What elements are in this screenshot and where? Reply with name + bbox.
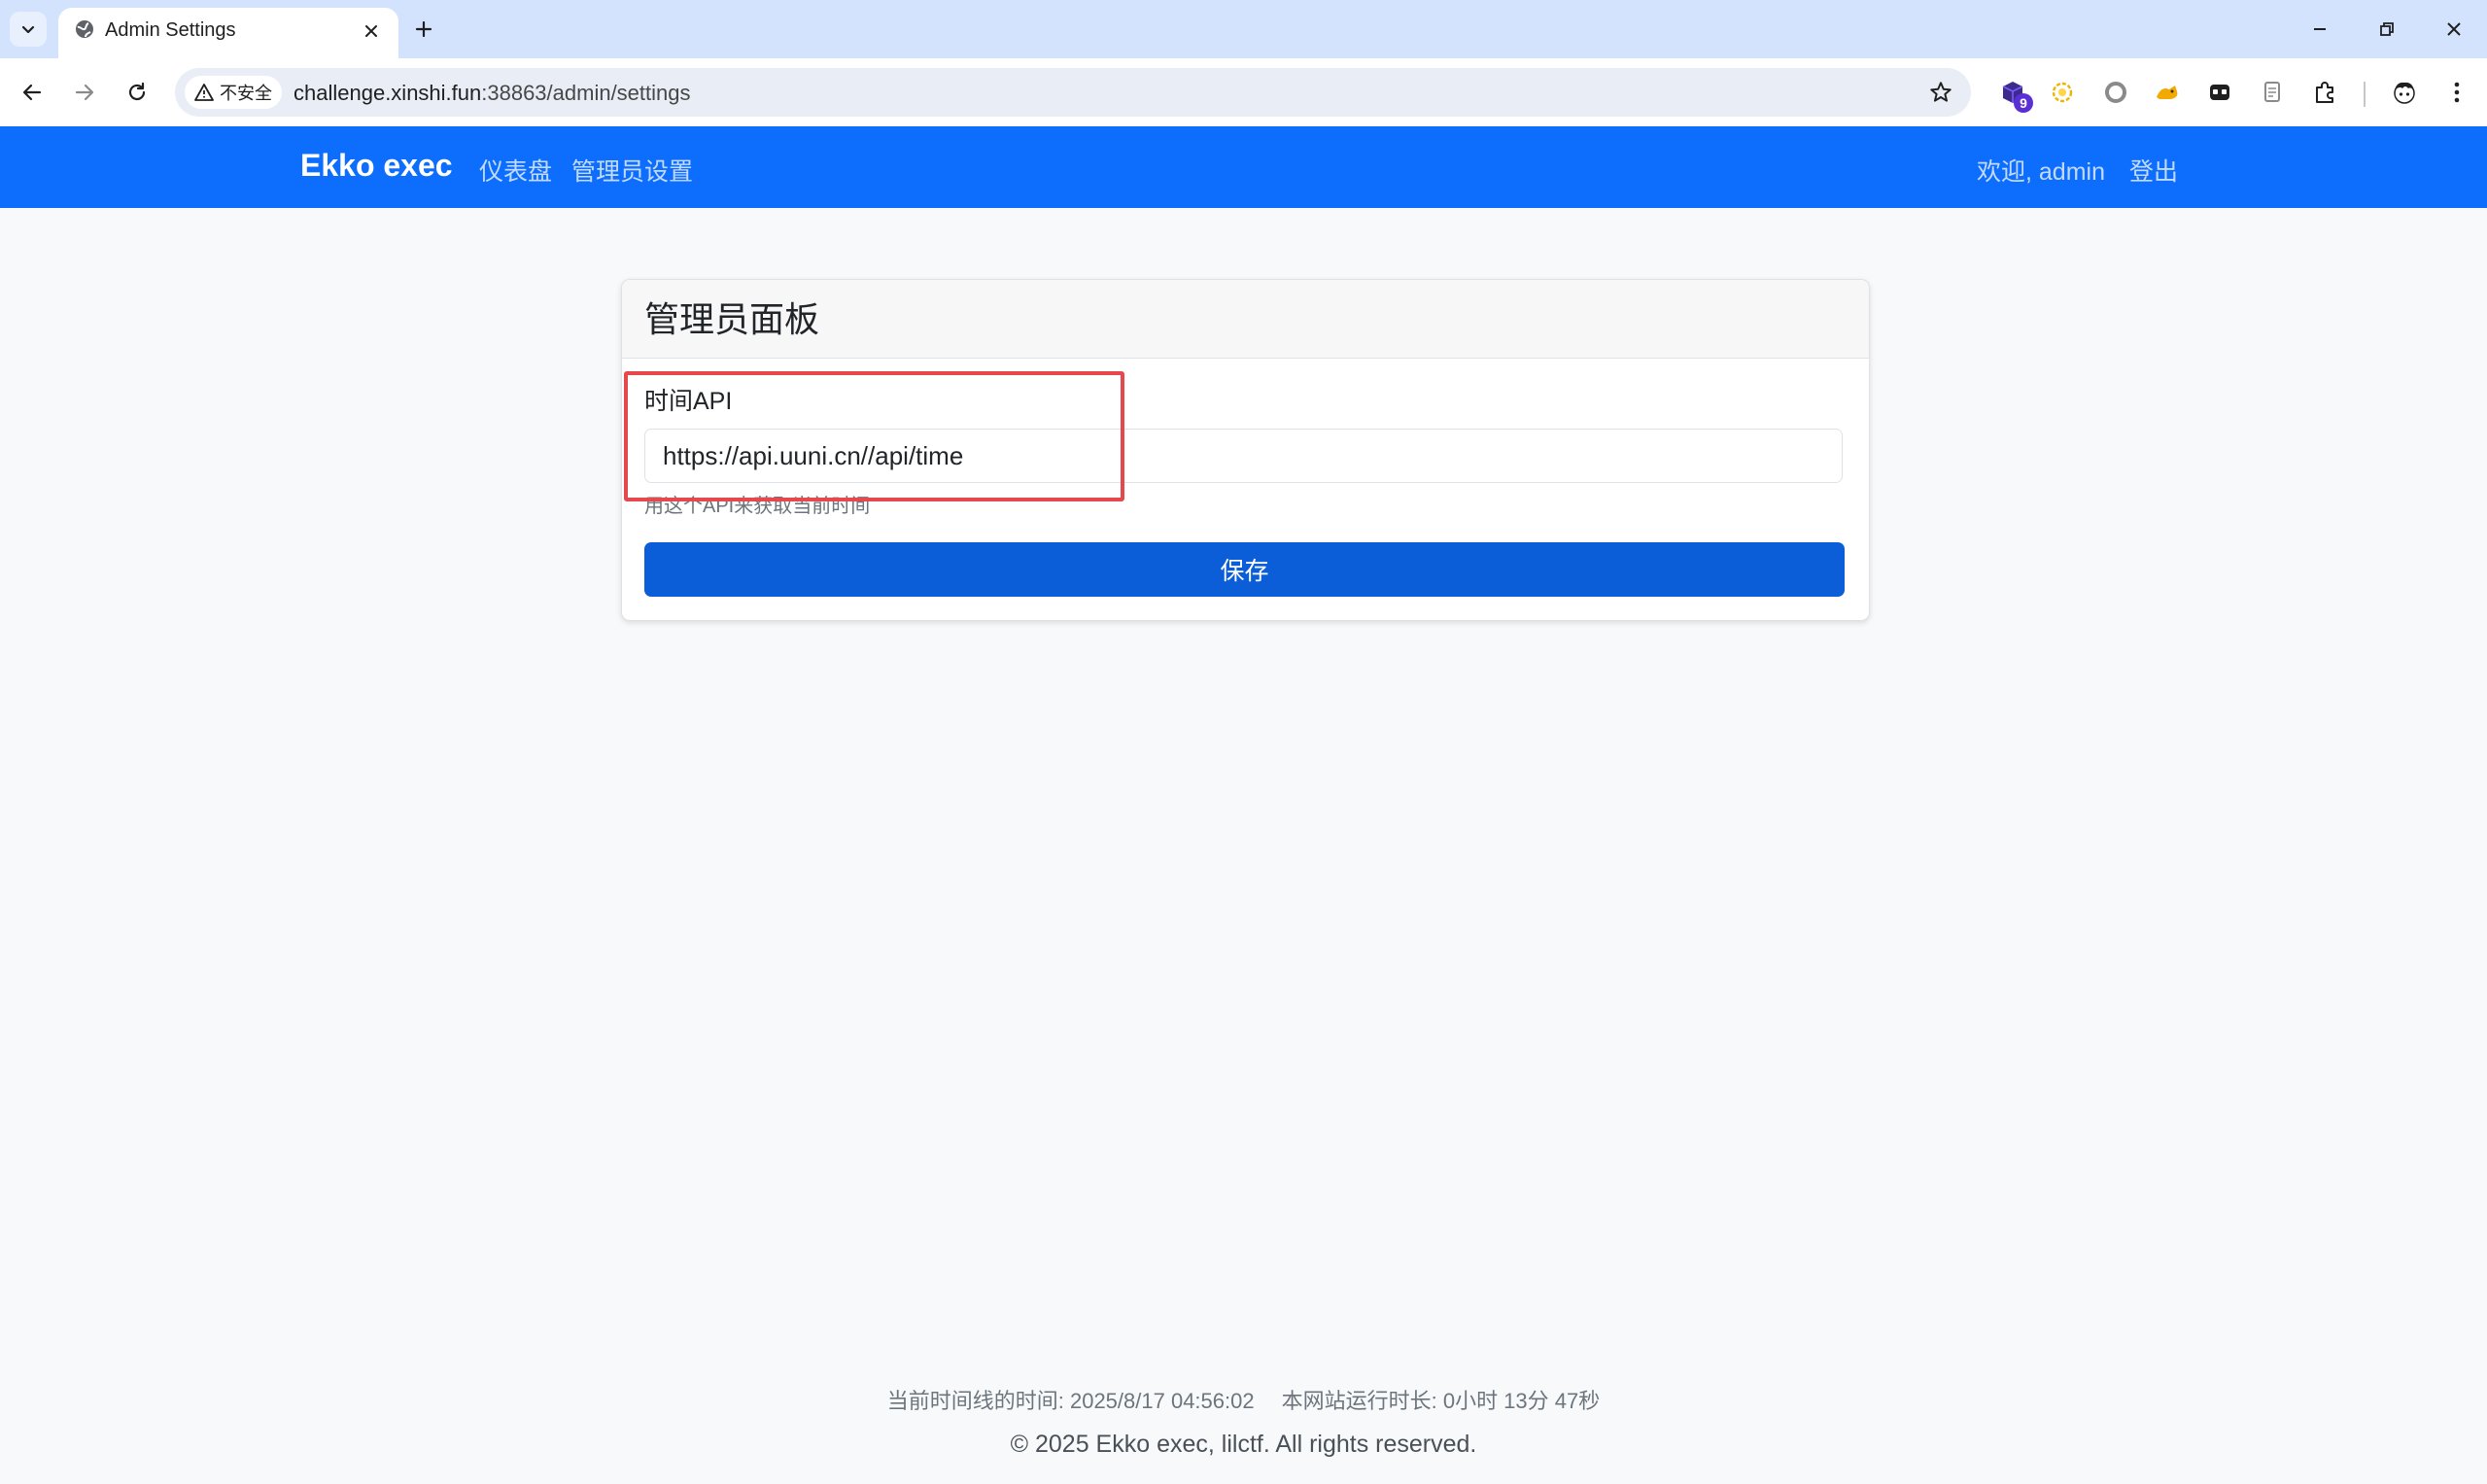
bookmark-star-icon[interactable] bbox=[1928, 80, 1953, 110]
time-api-label: 时间API bbox=[644, 388, 733, 415]
browser-tab-strip: Admin Settings bbox=[0, 0, 2487, 58]
footer-status: 当前时间线的时间: 2025/8/17 04:56:02 本网站运行时长: 0小时… bbox=[0, 1384, 2487, 1415]
time-api-input[interactable] bbox=[644, 429, 1843, 483]
extensions-puzzle-icon[interactable] bbox=[2308, 76, 2341, 109]
extension-document-icon[interactable] bbox=[2256, 76, 2289, 109]
app-navbar: Ekko exec 仪表盘 管理员设置 欢迎, admin 登出 bbox=[0, 126, 2487, 208]
address-bar[interactable]: 不安全 challenge.xinshi.fun:38863/admin/set… bbox=[175, 68, 1971, 117]
reload-icon bbox=[128, 82, 146, 101]
url-path: :38863/admin/settings bbox=[481, 81, 691, 105]
time-api-help-text: 用这个API来获取当前时间 bbox=[644, 496, 871, 517]
url-text[interactable]: challenge.xinshi.fun:38863/admin/setting… bbox=[294, 81, 691, 106]
tab-title: Admin Settings bbox=[105, 19, 236, 41]
extension-sun-icon[interactable] bbox=[2046, 76, 2079, 109]
extension-badge: 9 bbox=[2014, 93, 2033, 113]
active-tab[interactable]: Admin Settings bbox=[58, 8, 398, 58]
toolbar-divider bbox=[2364, 82, 2366, 107]
new-tab-button[interactable] bbox=[406, 12, 441, 47]
current-time-text: 当前时间线的时间: 2025/8/17 04:56:02 bbox=[886, 1389, 1255, 1413]
admin-panel-card: 管理员面板 时间API 用这个API来获取当前时间 保存 bbox=[621, 279, 1870, 621]
warning-icon bbox=[194, 84, 214, 101]
welcome-text: 欢迎, admin bbox=[1977, 158, 2105, 186]
copyright-text: © 2025 Ekko exec, lilctf. All rights res… bbox=[1010, 1431, 1477, 1458]
browser-menu-icon[interactable] bbox=[2440, 76, 2473, 109]
logout-link[interactable]: 登出 bbox=[2129, 153, 2178, 188]
security-chip[interactable]: 不安全 bbox=[185, 76, 282, 109]
restore-window-button[interactable] bbox=[2367, 10, 2406, 49]
security-label: 不安全 bbox=[220, 84, 272, 103]
minimize-icon bbox=[2314, 28, 2326, 30]
card-header: 管理员面板 bbox=[622, 280, 1869, 359]
extension-cat-icon[interactable] bbox=[2151, 76, 2184, 109]
page-title: 管理员面板 bbox=[644, 299, 820, 339]
minimize-window-button[interactable] bbox=[2300, 10, 2339, 49]
close-window-button[interactable] bbox=[2435, 10, 2473, 49]
save-button[interactable]: 保存 bbox=[644, 542, 1845, 597]
brand-link[interactable]: Ekko exec bbox=[300, 148, 453, 184]
extension-circle-icon[interactable] bbox=[2099, 76, 2132, 109]
close-icon bbox=[2447, 22, 2461, 36]
globe-icon bbox=[74, 18, 95, 45]
forward-button[interactable] bbox=[66, 74, 103, 111]
back-button[interactable] bbox=[14, 74, 51, 111]
reload-button[interactable] bbox=[119, 74, 155, 111]
extension-cube-icon[interactable]: 9 bbox=[1996, 76, 2033, 113]
nav-link-dashboard[interactable]: 仪表盘 bbox=[479, 153, 552, 188]
tab-search-button[interactable] bbox=[10, 12, 47, 47]
uptime-text: 本网站运行时长: 0小时 13分 47秒 bbox=[1281, 1389, 1601, 1413]
arrow-right-icon bbox=[75, 84, 94, 101]
restore-icon bbox=[2380, 22, 2394, 36]
arrow-left-icon bbox=[22, 84, 42, 101]
profile-avatar-icon[interactable] bbox=[2388, 76, 2421, 109]
nav-link-admin-settings[interactable]: 管理员设置 bbox=[571, 153, 693, 188]
tab-close-icon[interactable] bbox=[358, 17, 385, 45]
plus-icon bbox=[415, 20, 432, 38]
url-host: challenge.xinshi.fun bbox=[294, 81, 482, 105]
browser-toolbar: 不安全 challenge.xinshi.fun:38863/admin/set… bbox=[0, 58, 2487, 126]
chevron-down-icon bbox=[21, 25, 35, 34]
extension-mask-icon[interactable] bbox=[2203, 76, 2236, 109]
